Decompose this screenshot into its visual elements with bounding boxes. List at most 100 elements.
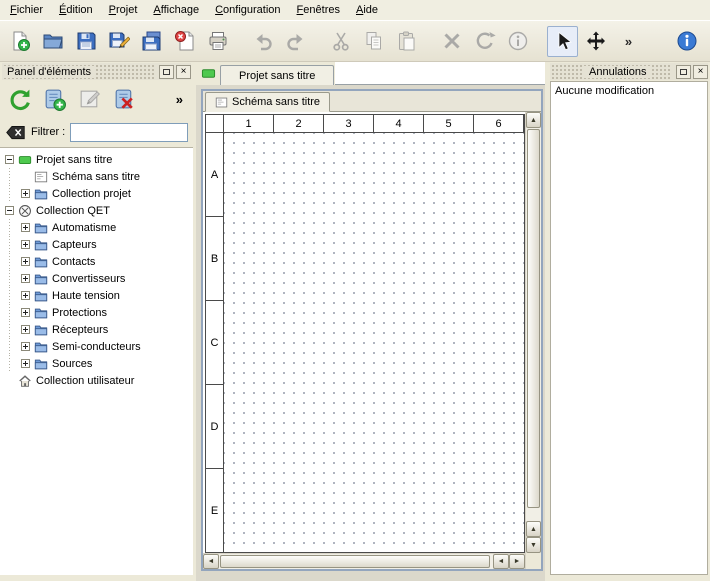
open-project-button[interactable] — [37, 26, 68, 57]
tree-item-collection-projet[interactable]: Collection projet — [2, 185, 193, 202]
toolbar-group-3 — [325, 26, 424, 57]
save-button[interactable] — [70, 26, 101, 57]
undo-panel-close-button[interactable]: × — [693, 65, 708, 79]
undo-button[interactable] — [247, 26, 278, 57]
menu-projet[interactable]: Projet — [101, 0, 146, 20]
tree-item-projet-sans-titre[interactable]: Projet sans titre — [2, 151, 193, 168]
schema-canvas[interactable] — [224, 133, 524, 552]
tree-item-capteurs[interactable]: Capteurs — [2, 236, 193, 253]
vertical-scroll-track[interactable] — [526, 509, 541, 521]
tree-item-label: Automatisme — [52, 222, 116, 234]
scroll-right-button[interactable]: ► — [509, 554, 525, 569]
tab-project[interactable]: Projet sans titre — [220, 65, 334, 85]
mdi-area: Schéma sans titre 123456 ABCDE — [196, 85, 545, 581]
tree-item-contacts[interactable]: Contacts — [2, 253, 193, 270]
tree-indent — [2, 287, 18, 304]
new-document-button[interactable] — [4, 26, 35, 57]
delete-element-button[interactable] — [108, 83, 140, 115]
cut-button[interactable] — [325, 26, 356, 57]
close-file-button[interactable] — [169, 26, 200, 57]
new-element-button[interactable] — [38, 83, 70, 115]
column-header-2: 2 — [274, 115, 324, 132]
undo-panel: Annulations × Aucune modification — [548, 62, 710, 581]
menu-edition[interactable]: Édition — [51, 0, 101, 20]
elements-panel-float-button[interactable] — [159, 65, 174, 79]
elem-delete-icon — [112, 87, 137, 112]
tree-item-schema-sans-titre[interactable]: Schéma sans titre — [2, 168, 193, 185]
horizontal-scrollbar[interactable]: ◄ ◄ ► — [203, 553, 525, 569]
tree-item-automatisme[interactable]: Automatisme — [2, 219, 193, 236]
elements-panel-close-button[interactable]: × — [176, 65, 191, 79]
tree-item-recepteurs[interactable]: Récepteurs — [2, 321, 193, 338]
delete-icon — [441, 30, 463, 52]
print-button[interactable] — [202, 26, 233, 57]
expander-plus[interactable] — [21, 291, 30, 300]
expander-minus[interactable] — [5, 206, 14, 215]
scroll-up-button[interactable]: ▲ — [526, 112, 541, 128]
filter-input[interactable] — [70, 123, 188, 142]
pan-mode-button[interactable] — [580, 26, 611, 57]
menu-fenetres[interactable]: Fenêtres — [289, 0, 348, 20]
expander-plus[interactable] — [21, 257, 30, 266]
expander-plus[interactable] — [21, 308, 30, 317]
expander-plus[interactable] — [21, 223, 30, 232]
menu-configuration[interactable]: Configuration — [207, 0, 288, 20]
scroll-up-button-2[interactable]: ▲ — [526, 521, 541, 537]
vertical-scrollbar[interactable]: ▲ ▲ ▼ — [525, 112, 541, 553]
tabbar-empty-area — [335, 62, 545, 85]
tree-item-protections[interactable]: Protections — [2, 304, 193, 321]
tree-item-collection-utilisateur[interactable]: Collection utilisateur — [2, 372, 193, 389]
expander-minus[interactable] — [5, 155, 14, 164]
expander-plus[interactable] — [21, 342, 30, 351]
select-mode-button[interactable] — [547, 26, 578, 57]
tree-item-semi-conducteurs[interactable]: Semi-conducteurs — [2, 338, 193, 355]
undo-history-list[interactable]: Aucune modification — [550, 81, 708, 575]
doc-close-icon — [174, 30, 196, 52]
expander-plus[interactable] — [21, 240, 30, 249]
undo-panel-float-button[interactable] — [676, 65, 691, 79]
grid-body: ABCDE — [206, 133, 524, 552]
tree-item-convertisseurs[interactable]: Convertisseurs — [2, 270, 193, 287]
expander-plus[interactable] — [21, 274, 30, 283]
panel-overflow-chevron[interactable]: » — [176, 92, 183, 107]
scroll-left-button[interactable]: ◄ — [203, 554, 219, 569]
copy-button[interactable] — [358, 26, 389, 57]
tab-schema-label: Schéma sans titre — [232, 96, 320, 108]
delete-selection-button[interactable] — [436, 26, 467, 57]
expander-plus[interactable] — [21, 189, 30, 198]
tree-item-sources[interactable]: Sources — [2, 355, 193, 372]
expander-plus[interactable] — [21, 359, 30, 368]
tree-item-haute-tension[interactable]: Haute tension — [2, 287, 193, 304]
menu-affichage[interactable]: Affichage — [145, 0, 207, 20]
scroll-down-button[interactable]: ▼ — [526, 537, 541, 553]
redo-button[interactable] — [280, 26, 311, 57]
undo-panel-titlebar[interactable]: Annulations × — [550, 63, 708, 80]
toolbar-overflow-button[interactable]: » — [613, 26, 644, 57]
vertical-scroll-thumb[interactable] — [527, 129, 540, 508]
schema-icon — [215, 96, 228, 109]
scroll-left-button-2[interactable]: ◄ — [493, 554, 509, 569]
paste-button[interactable] — [391, 26, 422, 57]
row-header-D: D — [206, 385, 223, 469]
expander-plus[interactable] — [21, 325, 30, 334]
tree-item-collection-qet[interactable]: Collection QET — [2, 202, 193, 219]
tab-schema[interactable]: Schéma sans titre — [205, 92, 330, 112]
horizontal-scroll-thumb[interactable] — [220, 555, 490, 568]
save-as-button[interactable] — [103, 26, 134, 57]
clear-filter-button[interactable] — [5, 124, 26, 141]
row-headers: ABCDE — [206, 133, 224, 552]
elements-panel-titlebar[interactable]: Panel d'éléments × — [2, 63, 191, 80]
menu-aide[interactable]: Aide — [348, 0, 386, 20]
selection-properties-button[interactable] — [502, 26, 533, 57]
about-button[interactable] — [671, 26, 702, 57]
rotate-selection-button[interactable] — [469, 26, 500, 57]
save-all-button[interactable] — [136, 26, 167, 57]
schema-view[interactable]: 123456 ABCDE — [205, 114, 525, 553]
edit-element-button[interactable] — [73, 83, 105, 115]
float-icon — [680, 69, 687, 75]
tree-item-label: Capteurs — [52, 239, 97, 251]
tree-indent — [2, 236, 18, 253]
schema-grid: 123456 ABCDE — [205, 114, 525, 553]
menu-fichier[interactable]: Fichier — [2, 0, 51, 20]
reload-collections-button[interactable] — [3, 83, 35, 115]
